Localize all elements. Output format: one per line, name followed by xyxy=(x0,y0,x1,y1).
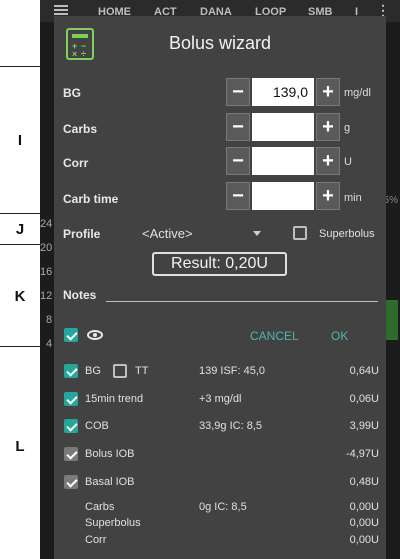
bolus-iob-value: -4,97U xyxy=(345,448,379,460)
tt-label: TT xyxy=(135,365,149,377)
superbolus-row-value: 0,00U xyxy=(349,517,379,529)
corr-plus-button[interactable]: + xyxy=(316,147,340,175)
annotation-line xyxy=(0,213,40,214)
carb-time-plus-button[interactable]: + xyxy=(316,182,340,210)
cob-include-checkbox[interactable] xyxy=(64,419,78,433)
profile-label: Profile xyxy=(63,227,101,241)
carb-time-label: Carb time xyxy=(63,192,119,206)
eye-icon[interactable] xyxy=(87,330,103,340)
axis-label: 8 xyxy=(46,314,53,326)
carbs-minus-button[interactable]: − xyxy=(226,113,250,141)
annotation-line xyxy=(0,346,40,347)
carbs-row-detail: 0g IC: 8,5 xyxy=(199,501,247,513)
profile-select[interactable]: <Active> xyxy=(142,226,193,241)
cancel-button[interactable]: CANCEL xyxy=(250,329,299,343)
bolus-iob-checkbox xyxy=(64,447,78,461)
carb-time-input[interactable] xyxy=(252,182,314,210)
trend-row-label: 15min trend xyxy=(85,393,144,405)
carb-time-minus-button[interactable]: − xyxy=(226,182,250,210)
dialog-title: Bolus wizard xyxy=(168,33,272,53)
chart-band xyxy=(386,300,398,340)
annotation-label-j: J xyxy=(15,221,25,238)
bg-row-label: BG xyxy=(85,365,101,377)
corr-unit: U xyxy=(344,156,352,168)
trend-include-checkbox[interactable] xyxy=(64,392,78,406)
carbs-input[interactable] xyxy=(252,113,314,141)
trend-row-value: 0,06U xyxy=(349,393,379,405)
bg-plus-button[interactable]: + xyxy=(316,78,340,106)
trend-row-detail: +3 mg/dl xyxy=(199,393,242,405)
bg-label: BG xyxy=(63,86,81,100)
corr-input[interactable] xyxy=(252,147,314,175)
bg-row-detail: 139 ISF: 45,0 xyxy=(199,365,266,377)
corr-minus-button[interactable]: − xyxy=(226,147,250,175)
basal-iob-value: 0,48U xyxy=(349,476,379,488)
annotation-label-k: K xyxy=(14,288,26,305)
carbs-plus-button[interactable]: + xyxy=(316,113,340,141)
axis-label: 12 xyxy=(40,290,53,302)
axis-label: 4 xyxy=(46,338,53,350)
basal-iob-label: Basal IOB xyxy=(85,476,135,488)
carbs-row-value: 0,00U xyxy=(349,501,379,513)
cob-row-label: COB xyxy=(85,420,109,432)
axis-label: 20 xyxy=(40,242,53,254)
superbolus-label: Superbolus xyxy=(319,228,375,240)
bg-input[interactable]: 139,0 xyxy=(252,78,314,106)
superbolus-checkbox[interactable] xyxy=(293,226,307,240)
bg-minus-button[interactable]: − xyxy=(226,78,250,106)
carbs-unit: g xyxy=(344,122,351,134)
carbs-row-label: Carbs xyxy=(85,501,115,513)
bolus-iob-label: Bolus IOB xyxy=(85,448,135,460)
ok-button[interactable]: OK xyxy=(331,329,348,343)
notes-label: Notes xyxy=(63,288,97,302)
bg-stepper: − 139,0 + xyxy=(226,78,340,106)
axis-label: 24 xyxy=(40,218,53,230)
bolus-wizard-dialog: + − × ÷ Bolus wizard BG − 139,0 + mg/dl … xyxy=(54,16,386,559)
cob-row-detail: 33,9g IC: 8,5 xyxy=(199,420,262,432)
bg-row-value: 0,64U xyxy=(349,365,379,377)
carb-time-stepper: − + xyxy=(226,182,340,210)
basal-iob-checkbox xyxy=(64,475,78,489)
annotation-label-i: I xyxy=(17,132,23,149)
bg-unit: mg/dl xyxy=(344,87,371,99)
cob-row-value: 3,99U xyxy=(349,420,379,432)
axis-label: 16 xyxy=(40,266,53,278)
carb-time-unit: min xyxy=(344,192,362,204)
superbolus-row-label: Superbolus xyxy=(85,517,141,529)
corr-stepper: − + xyxy=(226,147,340,175)
bg-include-checkbox[interactable] xyxy=(64,364,78,378)
corr-label: Corr xyxy=(63,156,89,170)
corr-row-value: 0,00U xyxy=(349,534,379,546)
carbs-stepper: − + xyxy=(226,113,340,141)
tt-checkbox[interactable] xyxy=(113,364,127,378)
annotation-line xyxy=(0,66,40,67)
corr-row-label: Corr xyxy=(85,534,107,546)
notes-input[interactable] xyxy=(106,301,378,302)
annotation-line xyxy=(0,244,40,245)
menu-icon[interactable] xyxy=(54,5,68,15)
chevron-down-icon[interactable] xyxy=(253,231,261,236)
annotation-label-l: L xyxy=(15,438,25,455)
include-all-checkbox[interactable] xyxy=(64,328,78,342)
result-display: Result: 0,20U xyxy=(152,252,287,276)
carbs-label: Carbs xyxy=(63,122,98,136)
